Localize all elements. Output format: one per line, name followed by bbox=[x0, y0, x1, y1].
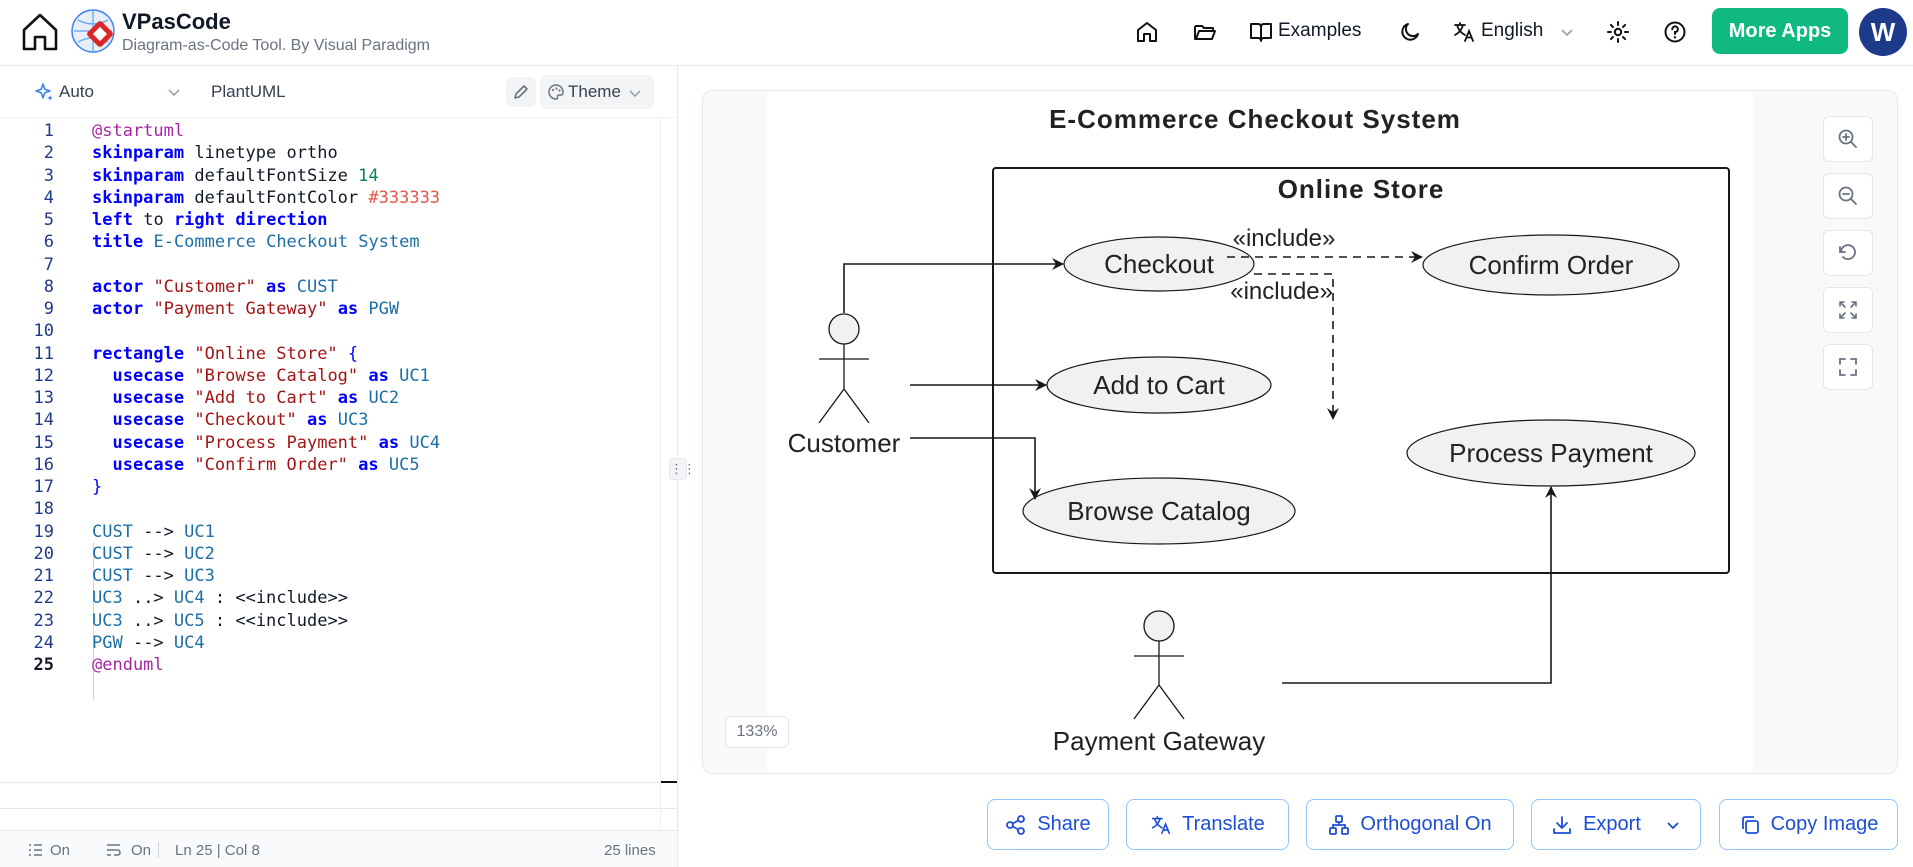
use-case-add-to-cart: Add to Cart bbox=[1046, 356, 1272, 414]
line-number: 25 bbox=[33, 655, 54, 675]
svg-text:Payment Gateway: Payment Gateway bbox=[1053, 726, 1265, 756]
status-separator bbox=[158, 842, 159, 858]
actor-payment-gateway: Payment Gateway bbox=[1053, 610, 1265, 756]
translate-icon bbox=[1152, 815, 1171, 834]
network-icon bbox=[1329, 814, 1350, 835]
use-case-browse-catalog: Browse Catalog bbox=[1022, 477, 1296, 545]
settings-gear-icon[interactable] bbox=[1604, 18, 1632, 46]
svg-text:Confirm Order: Confirm Order bbox=[1469, 250, 1634, 280]
reset-icon bbox=[1839, 244, 1856, 260]
copy-image-label: Copy Image bbox=[1770, 813, 1879, 835]
resize-handle-icon[interactable]: ⋮⋮ bbox=[669, 458, 696, 480]
download-icon bbox=[1553, 815, 1571, 834]
code-text: @enduml bbox=[92, 655, 164, 675]
user-avatar[interactable]: W bbox=[1859, 8, 1907, 56]
sparkle-icon bbox=[35, 83, 53, 101]
copy-image-button[interactable]: Copy Image bbox=[1719, 799, 1898, 850]
export-button[interactable]: Export bbox=[1531, 799, 1701, 850]
chevron-down-icon[interactable] bbox=[1553, 18, 1581, 46]
mode-selector[interactable]: Auto bbox=[59, 82, 94, 102]
chevron-down-icon bbox=[629, 90, 641, 98]
app-title: VPasCode bbox=[122, 9, 231, 34]
word-wrap-toggle[interactable]: On bbox=[131, 842, 151, 859]
svg-text:Process Payment: Process Payment bbox=[1449, 438, 1654, 468]
app-header: VPasCode Diagram-as-Code Tool. By Visual… bbox=[0, 0, 1913, 66]
language-translate-icon[interactable] bbox=[1450, 18, 1478, 46]
examples-link[interactable]: Examples bbox=[1278, 20, 1361, 42]
include-label-confirm: «include» bbox=[1233, 225, 1336, 252]
code-editor[interactable]: 1 @startuml 2 skinparam linetype ortho 3 skin… bbox=[0, 118, 677, 830]
line-count: 25 lines bbox=[604, 842, 656, 859]
theme-label: Theme bbox=[568, 82, 621, 101]
more-apps-button[interactable]: More Apps bbox=[1712, 8, 1848, 54]
translate-button[interactable]: Translate bbox=[1126, 799, 1289, 850]
share-label: Share bbox=[1037, 813, 1091, 835]
zoom-out-button[interactable] bbox=[1823, 173, 1873, 219]
svg-text:Browse Catalog: Browse Catalog bbox=[1067, 496, 1251, 526]
use-case-confirm-order: Confirm Order bbox=[1422, 234, 1680, 296]
zoom-level-badge: 133% bbox=[725, 716, 789, 748]
fit-to-screen-button[interactable] bbox=[1823, 287, 1873, 333]
diagram-language-label[interactable]: PlantUML bbox=[211, 82, 286, 102]
edge-payment-gateway-process-payment bbox=[1282, 486, 1557, 684]
line-numbers-icon[interactable] bbox=[28, 844, 43, 857]
diagram-title: E-Commerce Checkout System bbox=[1049, 104, 1461, 134]
zoom-in-icon bbox=[1838, 129, 1857, 148]
svg-text:Checkout: Checkout bbox=[1104, 249, 1215, 279]
home-icon[interactable] bbox=[18, 10, 62, 54]
palette-icon bbox=[548, 84, 564, 100]
edge-customer-checkout bbox=[843, 258, 1064, 313]
code-line[interactable]: 25 @enduml bbox=[0, 652, 660, 679]
reset-zoom-button[interactable] bbox=[1823, 230, 1873, 276]
orthogonal-label: Orthogonal On bbox=[1360, 813, 1492, 835]
theme-selector[interactable]: Theme bbox=[540, 75, 654, 109]
export-label: Export bbox=[1583, 813, 1641, 835]
examples-book-icon[interactable] bbox=[1247, 18, 1275, 46]
boundary-label: Online Store bbox=[1278, 174, 1445, 204]
help-icon[interactable] bbox=[1661, 18, 1689, 46]
svg-text:Customer: Customer bbox=[788, 428, 901, 458]
app-logo-icon bbox=[71, 9, 115, 53]
fit-screen-icon bbox=[1839, 301, 1857, 319]
active-line-highlight bbox=[0, 782, 677, 809]
word-wrap-icon[interactable] bbox=[106, 844, 121, 857]
zoom-in-button[interactable] bbox=[1823, 116, 1873, 162]
pencil-icon bbox=[514, 85, 528, 99]
diagram-canvas: E-Commerce Checkout System Online Store … bbox=[767, 91, 1753, 773]
fullscreen-button[interactable] bbox=[1823, 344, 1873, 390]
cursor-position: Ln 25 | Col 8 bbox=[175, 842, 260, 859]
line-numbers-toggle[interactable]: On bbox=[50, 842, 70, 859]
dark-mode-moon-icon[interactable] bbox=[1396, 18, 1424, 46]
edit-pencil-button[interactable] bbox=[506, 77, 536, 107]
use-case-checkout: Checkout bbox=[1063, 236, 1255, 292]
svg-text:Add to Cart: Add to Cart bbox=[1093, 370, 1225, 400]
share-button[interactable]: Share bbox=[987, 799, 1109, 850]
open-folder-icon[interactable] bbox=[1191, 18, 1219, 46]
editor-toolbar: Auto PlantUML Theme bbox=[0, 67, 677, 118]
actor-customer: Customer bbox=[788, 313, 901, 458]
app-subtitle: Diagram-as-Code Tool. By Visual Paradigm bbox=[122, 37, 430, 54]
copy-icon bbox=[1741, 815, 1759, 834]
orthogonal-toggle-button[interactable]: Orthogonal On bbox=[1306, 799, 1514, 850]
edge-customer-browse-catalog bbox=[910, 437, 1041, 500]
editor-status-bar: On On Ln 25 | Col 8 25 lines bbox=[0, 830, 677, 867]
fullscreen-icon bbox=[1839, 358, 1857, 376]
zoom-out-icon bbox=[1838, 186, 1857, 205]
home-nav-icon[interactable] bbox=[1133, 18, 1161, 46]
diagram-preview[interactable]: E-Commerce Checkout System Online Store … bbox=[702, 90, 1898, 774]
chevron-down-icon[interactable] bbox=[166, 84, 182, 100]
language-selector[interactable]: English bbox=[1481, 20, 1543, 42]
use-case-process-payment: Process Payment bbox=[1406, 419, 1696, 487]
translate-label: Translate bbox=[1182, 813, 1265, 835]
chevron-down-icon bbox=[1667, 821, 1679, 829]
include-label-payment: «include» bbox=[1230, 278, 1333, 305]
share-icon bbox=[1006, 814, 1026, 835]
